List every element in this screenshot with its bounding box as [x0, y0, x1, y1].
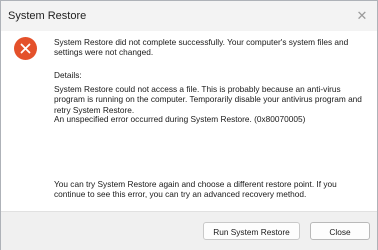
details-heading: Details:: [54, 70, 82, 80]
error-icon: [14, 37, 37, 60]
close-window-icon[interactable]: ✕: [353, 7, 371, 25]
window-title: System Restore: [8, 10, 87, 22]
button-bar: Run System Restore Close: [1, 211, 377, 250]
title-bar[interactable]: System Restore ✕: [1, 1, 377, 31]
main-message: System Restore did not complete successf…: [54, 37, 349, 58]
details-text: System Restore could not access a file. …: [54, 84, 362, 115]
system-restore-dialog: System Restore ✕ System Restore did not …: [0, 0, 378, 250]
run-system-restore-button[interactable]: Run System Restore: [203, 222, 300, 240]
try-again-text: You can try System Restore again and cho…: [54, 179, 337, 200]
close-button[interactable]: Close: [310, 222, 370, 240]
dialog-content: System Restore did not complete successf…: [1, 31, 377, 211]
error-code-text: An unspecified error occurred during Sys…: [54, 114, 306, 124]
